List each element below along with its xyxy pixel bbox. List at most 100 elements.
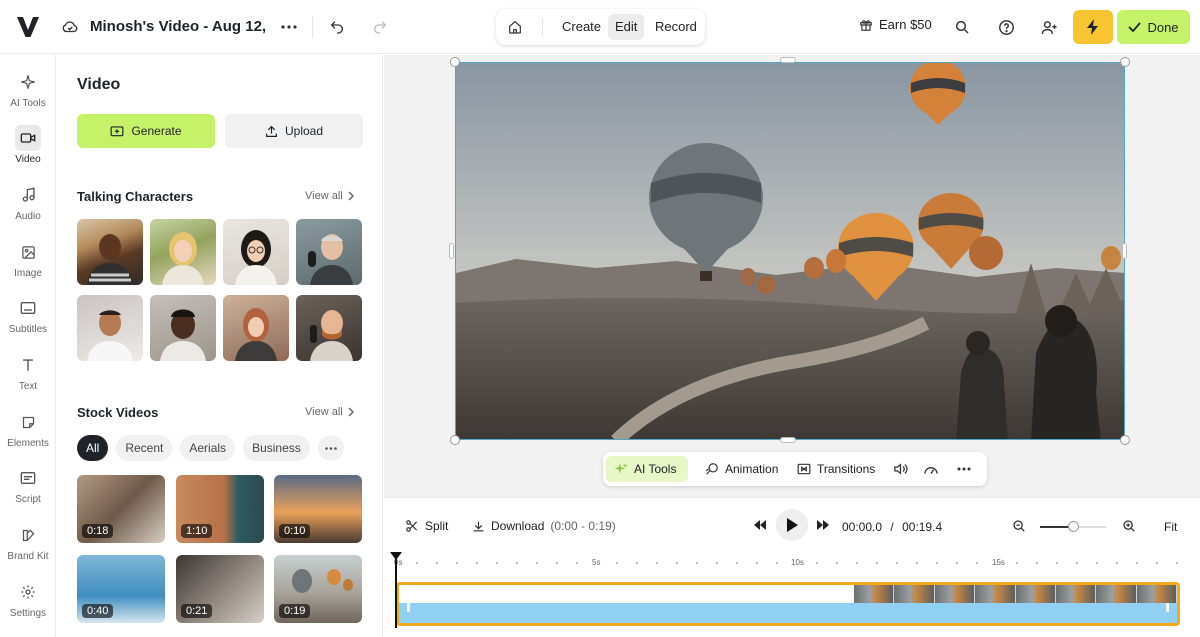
more-filters-button[interactable] bbox=[317, 435, 344, 461]
upload-button[interactable]: Upload bbox=[225, 114, 363, 148]
ruler-label: 5s bbox=[592, 558, 601, 567]
earn-button[interactable]: Earn $50 bbox=[859, 17, 932, 32]
volume-icon bbox=[894, 463, 908, 475]
generate-button[interactable]: Generate bbox=[77, 114, 215, 148]
play-button[interactable] bbox=[776, 509, 808, 541]
character-thumbnail[interactable] bbox=[77, 295, 143, 361]
skip-back-button[interactable] bbox=[754, 520, 766, 530]
sidebar-item-video[interactable]: Video bbox=[0, 125, 56, 175]
character-thumbnail[interactable] bbox=[77, 219, 143, 285]
divider bbox=[542, 18, 543, 36]
sidebar-item-settings[interactable]: Settings bbox=[0, 579, 56, 629]
stock-video-thumbnail[interactable]: 0:40 bbox=[77, 555, 165, 623]
sidebar-item-audio[interactable]: Audio bbox=[0, 182, 56, 232]
home-icon[interactable] bbox=[504, 16, 526, 38]
stock-video-thumbnail[interactable]: 0:21 bbox=[176, 555, 264, 623]
chip-all[interactable]: All bbox=[77, 435, 109, 461]
resize-handle[interactable] bbox=[780, 437, 796, 443]
sidebar-item-ai-tools[interactable]: AI Tools bbox=[0, 69, 56, 119]
upload-label: Upload bbox=[284, 124, 324, 138]
ruler-tick bbox=[1016, 562, 1018, 564]
zoom-in-button[interactable] bbox=[1122, 519, 1136, 533]
sidebar-item-text[interactable]: Text bbox=[0, 352, 56, 402]
timeline-ruler[interactable]: 0s 5s 10s 15s bbox=[394, 556, 1188, 572]
script-icon bbox=[15, 465, 41, 491]
chip-recent[interactable]: Recent bbox=[116, 435, 173, 461]
playhead[interactable] bbox=[395, 552, 397, 628]
transitions-button[interactable]: Transitions bbox=[789, 456, 883, 482]
zoom-slider-knob[interactable] bbox=[1068, 521, 1079, 532]
character-thumbnail[interactable] bbox=[296, 295, 362, 361]
stock-video-thumbnail[interactable]: 0:10 bbox=[274, 475, 362, 543]
section-title-stock-videos: Stock Videos bbox=[77, 405, 159, 420]
video-clip-track[interactable] bbox=[396, 582, 1180, 626]
ruler-tick bbox=[1156, 562, 1158, 564]
gift-icon bbox=[860, 19, 872, 31]
search-icon[interactable] bbox=[951, 16, 973, 38]
character-thumbnail[interactable] bbox=[150, 219, 216, 285]
stock-video-thumbnail[interactable]: 1:10 bbox=[176, 475, 264, 543]
clip-trim-handle-left[interactable] bbox=[407, 603, 410, 612]
undo-icon[interactable] bbox=[326, 16, 348, 38]
stock-video-thumbnail[interactable]: 0:18 bbox=[77, 475, 165, 543]
done-button[interactable]: Done bbox=[1117, 10, 1190, 44]
project-title[interactable]: Minosh's Video - Aug 12, 2025 bbox=[90, 18, 266, 35]
resize-handle[interactable] bbox=[450, 435, 460, 445]
scissors-icon bbox=[406, 520, 418, 532]
more-options-icon[interactable] bbox=[278, 16, 300, 38]
cloud-saved-icon[interactable] bbox=[59, 16, 81, 38]
character-thumbnail[interactable] bbox=[223, 219, 289, 285]
ruler-tick bbox=[1136, 562, 1138, 564]
fit-button[interactable]: Fit bbox=[1164, 520, 1177, 534]
resize-handle[interactable] bbox=[449, 243, 454, 259]
split-button[interactable]: Split bbox=[405, 519, 448, 533]
download-icon bbox=[473, 521, 484, 531]
character-thumbnail[interactable] bbox=[296, 219, 362, 285]
add-user-icon[interactable] bbox=[1038, 16, 1060, 38]
tab-create[interactable]: Create bbox=[555, 14, 608, 40]
clip-trim-handle-right[interactable] bbox=[1166, 603, 1169, 612]
video-preview[interactable] bbox=[455, 62, 1125, 440]
tab-edit[interactable]: Edit bbox=[608, 14, 645, 40]
character-thumbnail[interactable] bbox=[150, 295, 216, 361]
ai-tools-label: AI Tools bbox=[634, 462, 677, 476]
tab-record[interactable]: Record bbox=[648, 14, 704, 40]
generate-label: Generate bbox=[131, 124, 182, 138]
resize-handle[interactable] bbox=[1122, 243, 1127, 259]
view-all-characters-link[interactable]: View all bbox=[305, 190, 354, 202]
view-all-stock-link[interactable]: View all bbox=[305, 406, 354, 418]
app-logo[interactable] bbox=[16, 16, 40, 38]
panel-title: Video bbox=[77, 76, 121, 93]
ruler-tick bbox=[1056, 562, 1058, 564]
zoom-out-button[interactable] bbox=[1012, 519, 1026, 533]
top-bar: Minosh's Video - Aug 12, 2025 Create Edi… bbox=[0, 0, 1200, 54]
ai-tools-button[interactable]: AI Tools bbox=[606, 456, 688, 482]
sidebar-item-elements[interactable]: Elements bbox=[0, 409, 56, 459]
speed-button[interactable] bbox=[919, 456, 943, 482]
chip-aerials[interactable]: Aerials bbox=[180, 435, 236, 461]
sidebar-item-subtitles[interactable]: Subtitles bbox=[0, 295, 56, 345]
stock-video-thumbnail[interactable]: 0:19 bbox=[274, 555, 362, 623]
skip-forward-button[interactable] bbox=[817, 520, 829, 530]
sidebar-item-image[interactable]: Image bbox=[0, 239, 56, 289]
volume-button[interactable] bbox=[889, 456, 912, 482]
download-button[interactable]: Download (0:00 - 0:19) bbox=[472, 519, 616, 533]
help-icon[interactable] bbox=[995, 16, 1017, 38]
sidebar-item-label: Subtitles bbox=[8, 324, 48, 335]
character-thumbnail[interactable] bbox=[223, 295, 289, 361]
chip-business[interactable]: Business bbox=[243, 435, 310, 461]
resize-handle[interactable] bbox=[450, 57, 460, 67]
more-options-button[interactable] bbox=[953, 456, 975, 482]
resize-handle[interactable] bbox=[1120, 57, 1130, 67]
resize-handle[interactable] bbox=[1120, 435, 1130, 445]
sidebar-item-label: Settings bbox=[9, 608, 47, 619]
upgrade-button[interactable] bbox=[1073, 10, 1113, 44]
sidebar-item-script[interactable]: Script bbox=[0, 465, 56, 515]
resize-handle[interactable] bbox=[780, 57, 796, 63]
redo-icon[interactable] bbox=[369, 16, 391, 38]
sidebar-item-brand-kit[interactable]: Brand Kit bbox=[0, 522, 56, 572]
animation-button[interactable]: Animation bbox=[697, 456, 786, 482]
video-duration: 0:21 bbox=[181, 604, 213, 618]
zoom-slider[interactable] bbox=[1040, 521, 1106, 532]
generate-video-icon bbox=[111, 126, 124, 137]
